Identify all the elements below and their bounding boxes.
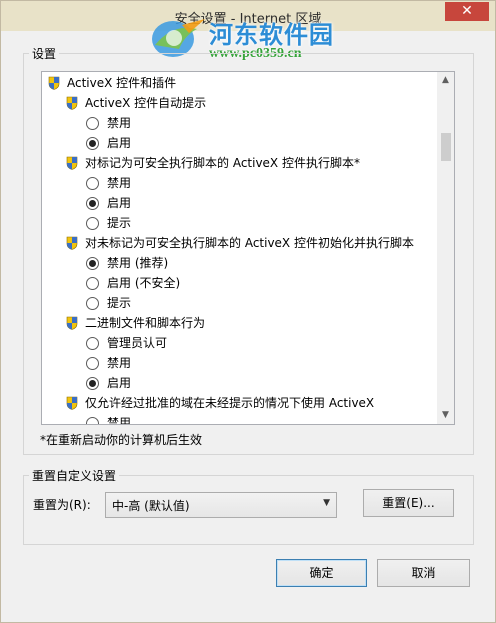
radio-option[interactable]: 禁用 [86,113,437,133]
radio-option[interactable]: 管理员认可 [86,333,437,353]
tree-setting-label: 二进制文件和脚本行为 [85,316,206,330]
radio-option-label: 启用 [107,196,132,210]
security-settings-dialog: 安全设置 - Internet 区域 ✕ 河东软件园 www.pc0359.cn… [0,0,496,623]
reset-button[interactable]: 重置(E)... [363,489,454,517]
radio-unchecked-icon[interactable] [86,117,99,130]
title-bar[interactable]: 安全设置 - Internet 区域 ✕ [1,1,495,31]
chevron-down-icon: ▼ [323,498,330,508]
restart-note: *在重新启动你的计算机后生效 [40,433,203,447]
radio-option-label: 启用 (不安全) [107,276,181,290]
radio-unchecked-icon[interactable] [86,217,99,230]
radio-option-label: 禁用 [107,176,132,190]
radio-checked-icon[interactable] [86,377,99,390]
ok-button[interactable]: 确定 [276,559,367,587]
scrollbar-thumb[interactable] [441,133,451,161]
radio-option[interactable]: 提示 [86,213,437,233]
tree-setting: ActiveX 控件自动提示 [66,93,437,113]
radio-option-label: 提示 [107,296,132,310]
security-level-value: 中-高 (默认值) [112,499,190,513]
radio-checked-icon[interactable] [86,257,99,270]
radio-option-label: 启用 [107,136,132,150]
cancel-button[interactable]: 取消 [377,559,470,587]
radio-unchecked-icon[interactable] [86,357,99,370]
radio-option[interactable]: 禁用 (推荐) [86,253,437,273]
radio-option-label: 禁用 [107,116,132,130]
radio-option[interactable]: 启用 (不安全) [86,273,437,293]
tree-setting-label: 仅允许经过批准的域在未经提示的情况下使用 ActiveX [85,396,375,410]
close-button[interactable]: ✕ [445,2,489,21]
tree-setting-label: 对未标记为可安全执行脚本的 ActiveX 控件初始化并执行脚本 [85,236,414,250]
radio-option-label: 管理员认可 [107,336,168,350]
radio-option[interactable]: 禁用 [86,173,437,193]
security-shield-icon [66,316,78,330]
tree-setting-label: ActiveX 控件自动提示 [85,96,207,110]
tree-category-label: ActiveX 控件和插件 [67,76,177,90]
tree-category: ActiveX 控件和插件 [48,73,437,93]
tree-setting: 仅允许经过批准的域在未经提示的情况下使用 ActiveX [66,393,437,413]
radio-checked-icon[interactable] [86,137,99,150]
settings-tree[interactable]: ActiveX 控件和插件 ActiveX 控件自动提示 禁用 启用 对标记为可安全执行… [41,71,455,425]
radio-option[interactable]: 启用 [86,193,437,213]
tree-setting: 二进制文件和脚本行为 [66,313,437,333]
radio-option[interactable]: 启用 [86,133,437,153]
tree-setting: 对标记为可安全执行脚本的 ActiveX 控件执行脚本* [66,153,437,173]
radio-unchecked-icon[interactable] [86,417,99,424]
radio-checked-icon[interactable] [86,197,99,210]
security-shield-icon [48,76,60,90]
security-shield-icon [66,236,78,250]
radio-option[interactable]: 禁用 [86,353,437,373]
radio-option-label: 启用 [107,376,132,390]
radio-option[interactable]: 启用 [86,373,437,393]
radio-option-label: 禁用 (推荐) [107,256,169,270]
radio-option[interactable]: 提示 [86,293,437,313]
settings-group-label: 设置 [29,45,60,62]
reset-to-label: 重置为(R): [33,498,91,512]
radio-unchecked-icon[interactable] [86,177,99,190]
tree-setting: 对未标记为可安全执行脚本的 ActiveX 控件初始化并执行脚本 [66,233,437,253]
reset-group-label: 重置自定义设置 [29,467,120,484]
security-shield-icon [66,96,78,110]
radio-option[interactable]: 禁用 [86,413,437,424]
security-shield-icon [66,396,78,410]
radio-option-label: 禁用 [107,356,132,370]
radio-unchecked-icon[interactable] [86,337,99,350]
security-level-select[interactable]: 中-高 (默认值) ▼ [105,492,337,518]
settings-tree-content: ActiveX 控件和插件 ActiveX 控件自动提示 禁用 启用 对标记为可安全执行… [42,72,437,424]
window-title: 安全设置 - Internet 区域 [174,12,322,27]
scroll-up-icon[interactable]: ▲ [437,72,454,89]
radio-unchecked-icon[interactable] [86,277,99,290]
vertical-scrollbar[interactable]: ▲ ▼ [437,72,454,424]
scroll-down-icon[interactable]: ▼ [437,407,454,424]
radio-option-label: 禁用 [107,416,132,424]
radio-option-label: 提示 [107,216,132,230]
tree-setting-label: 对标记为可安全执行脚本的 ActiveX 控件执行脚本* [85,156,360,170]
security-shield-icon [66,156,78,170]
radio-unchecked-icon[interactable] [86,297,99,310]
